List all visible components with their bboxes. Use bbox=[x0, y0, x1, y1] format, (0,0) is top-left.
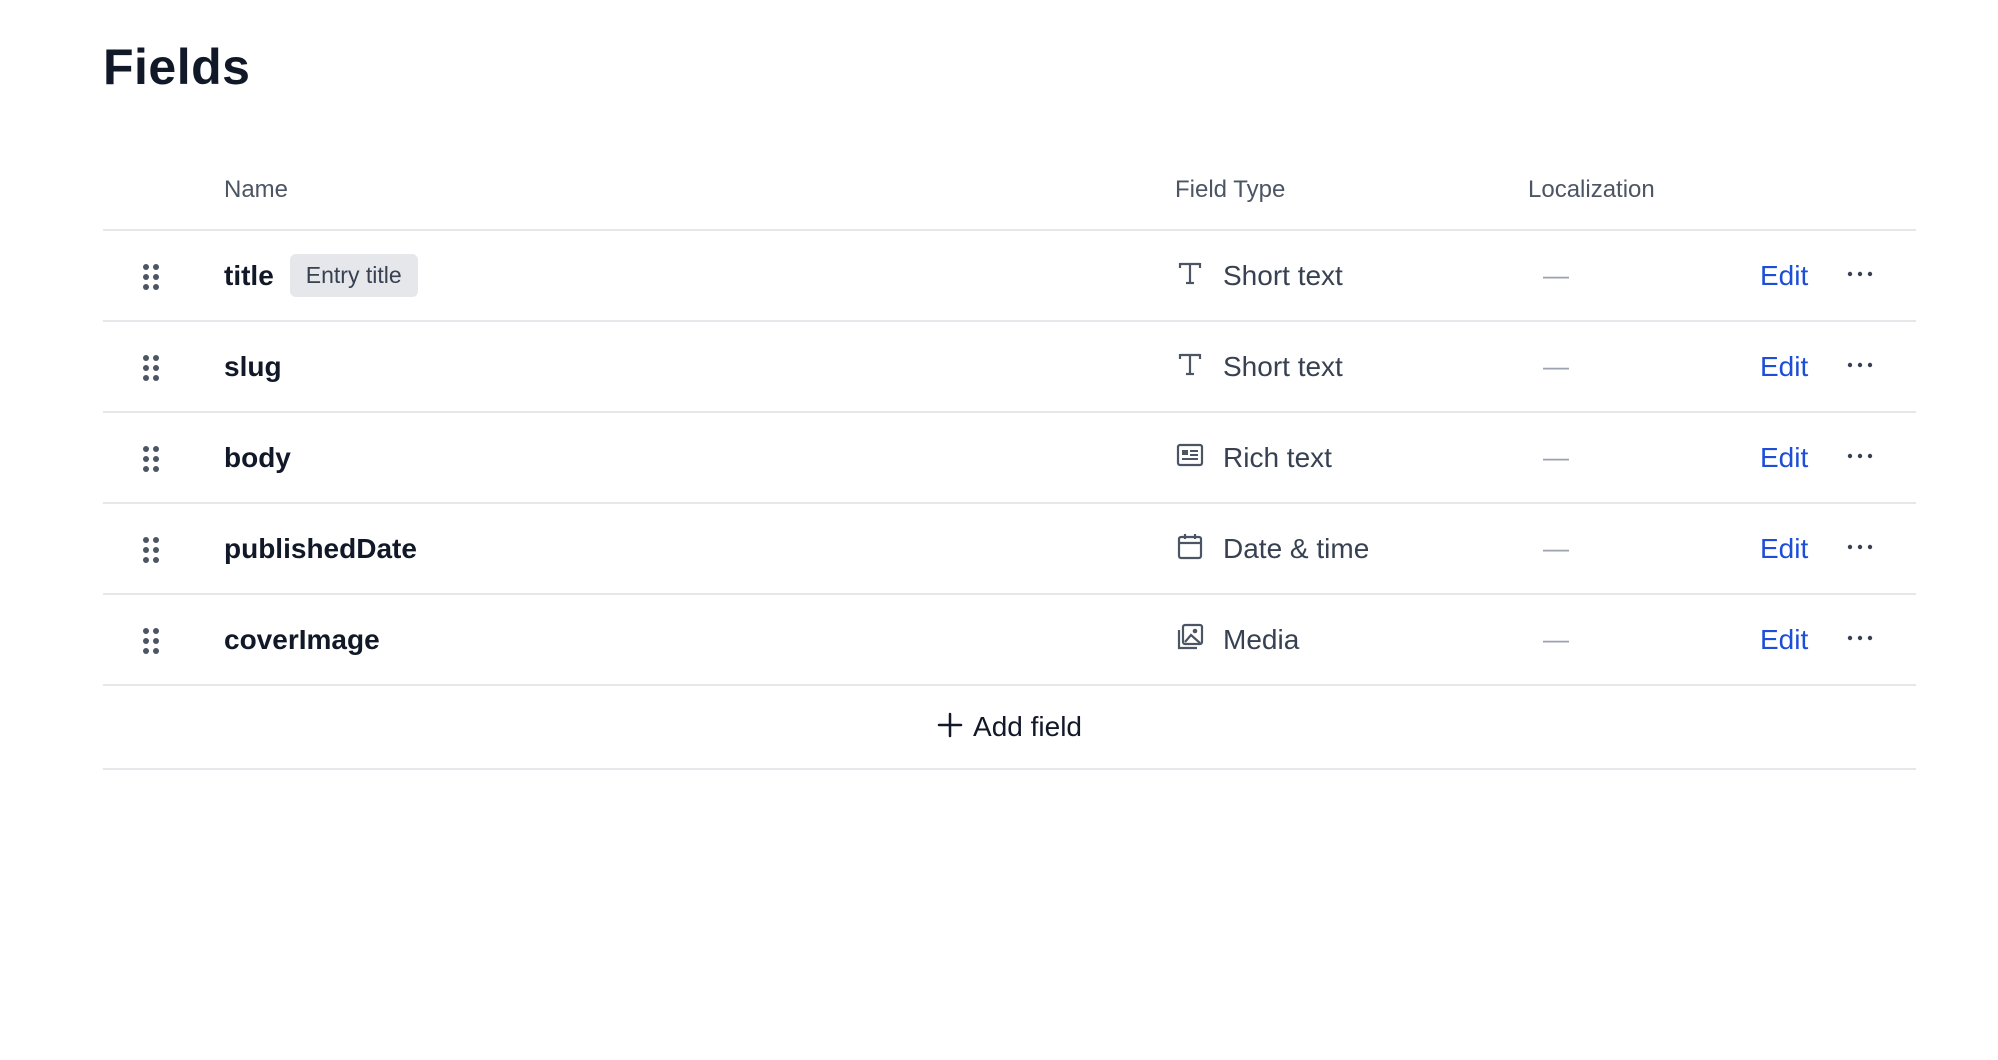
more-options-icon[interactable] bbox=[1843, 530, 1877, 564]
text-t-icon bbox=[1175, 349, 1205, 379]
table-row: title Entry title Short text — Edit bbox=[103, 231, 1916, 322]
fields-page: Fields Name Field Type Localization titl… bbox=[0, 0, 1998, 1060]
fields-table: Name Field Type Localization title Entry… bbox=[103, 148, 1916, 770]
field-name-cell: body bbox=[224, 413, 291, 502]
edit-button[interactable]: Edit bbox=[1760, 595, 1808, 684]
field-type-label: Rich text bbox=[1223, 441, 1332, 473]
localization-value: — bbox=[1543, 351, 1569, 381]
table-row: coverImage Media — Edit bbox=[103, 595, 1916, 686]
field-type-cell: Short text bbox=[1175, 231, 1343, 320]
table-body: title Entry title Short text — Edit slug… bbox=[103, 231, 1916, 686]
drag-handle-icon[interactable] bbox=[141, 263, 161, 291]
edit-button[interactable]: Edit bbox=[1760, 413, 1808, 502]
table-header: Name Field Type Localization bbox=[103, 148, 1916, 231]
field-name: title bbox=[224, 259, 274, 291]
entry-title-badge: Entry title bbox=[289, 254, 418, 297]
localization-value: — bbox=[1543, 442, 1569, 472]
header-localization: Localization bbox=[1528, 176, 1655, 203]
drag-handle-icon[interactable] bbox=[141, 445, 161, 473]
field-type-label: Short text bbox=[1223, 259, 1343, 291]
more-options-icon[interactable] bbox=[1843, 621, 1877, 655]
field-name: coverImage bbox=[224, 623, 380, 655]
table-row: publishedDate Date & time — Edit bbox=[103, 504, 1916, 595]
plus-icon bbox=[937, 712, 963, 743]
field-type-cell: Date & time bbox=[1175, 504, 1369, 593]
edit-button[interactable]: Edit bbox=[1760, 231, 1808, 320]
media-icon bbox=[1175, 622, 1205, 652]
header-field-type: Field Type bbox=[1175, 176, 1286, 203]
drag-handle-icon[interactable] bbox=[141, 627, 161, 655]
field-type-label: Date & time bbox=[1223, 532, 1370, 564]
text-t-icon bbox=[1175, 258, 1205, 288]
field-name: publishedDate bbox=[224, 532, 417, 564]
table-row: slug Short text — Edit bbox=[103, 322, 1916, 413]
field-name-cell: title Entry title bbox=[224, 231, 418, 320]
rich-text-icon bbox=[1175, 440, 1205, 470]
field-name: body bbox=[224, 441, 291, 473]
field-name-cell: slug bbox=[224, 322, 282, 411]
field-name-cell: coverImage bbox=[224, 595, 380, 684]
more-options-icon[interactable] bbox=[1843, 348, 1877, 382]
field-type-label: Short text bbox=[1223, 350, 1343, 382]
field-type-label: Media bbox=[1223, 623, 1300, 655]
more-options-icon[interactable] bbox=[1843, 439, 1877, 473]
calendar-icon bbox=[1175, 531, 1205, 561]
drag-handle-icon[interactable] bbox=[141, 536, 161, 564]
table-row: body Rich text — Edit bbox=[103, 413, 1916, 504]
add-field-row: Add field bbox=[103, 686, 1916, 770]
field-type-cell: Short text bbox=[1175, 322, 1343, 411]
add-field-button[interactable]: Add field bbox=[103, 686, 1916, 768]
edit-button[interactable]: Edit bbox=[1760, 322, 1808, 411]
field-name: slug bbox=[224, 350, 282, 382]
localization-value: — bbox=[1543, 260, 1569, 290]
localization-value: — bbox=[1543, 533, 1569, 563]
more-options-icon[interactable] bbox=[1843, 257, 1877, 291]
field-type-cell: Rich text bbox=[1175, 413, 1332, 502]
field-type-cell: Media bbox=[1175, 595, 1299, 684]
header-name: Name bbox=[224, 176, 289, 203]
page-title: Fields bbox=[103, 39, 251, 95]
edit-button[interactable]: Edit bbox=[1760, 504, 1808, 593]
field-name-cell: publishedDate bbox=[224, 504, 417, 593]
add-field-label: Add field bbox=[973, 711, 1082, 742]
localization-value: — bbox=[1543, 624, 1569, 654]
drag-handle-icon[interactable] bbox=[141, 354, 161, 382]
